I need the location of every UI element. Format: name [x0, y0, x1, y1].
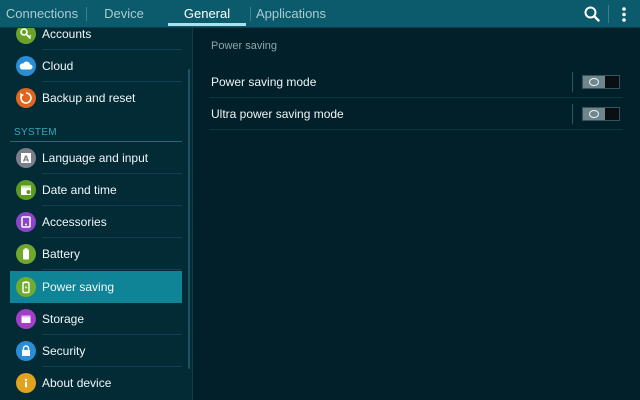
sidebar-item-date-and-time[interactable]: Date and time — [10, 174, 182, 206]
settings-category-list: Accounts Cloud Backup and reset SYSTEM A… — [0, 28, 192, 400]
info-icon — [16, 373, 36, 393]
sidebar-item-label: Storage — [42, 312, 85, 326]
tab-applications[interactable]: Applications — [252, 0, 330, 28]
storage-icon — [16, 309, 36, 329]
sidebar-item-label: Battery — [42, 247, 81, 261]
toggle-knob — [583, 108, 605, 120]
language-icon: A — [16, 148, 36, 168]
battery-icon — [16, 244, 36, 264]
list-scrollbar[interactable] — [188, 69, 190, 369]
power-saving-icon — [16, 277, 36, 297]
list-divider — [42, 269, 182, 270]
toggle-knob — [583, 76, 605, 88]
backup-icon — [16, 88, 36, 108]
panel-divider — [192, 28, 193, 400]
key-icon — [16, 28, 36, 44]
sidebar-item-accounts[interactable]: Accounts — [10, 28, 182, 50]
tab-device[interactable]: Device — [94, 0, 154, 28]
sidebar-item-label: Cloud — [42, 59, 74, 73]
tab-connections[interactable]: Connections — [2, 0, 82, 28]
more-vert-icon[interactable] — [614, 2, 634, 26]
sidebar-item-backup-and-reset[interactable]: Backup and reset — [10, 82, 182, 114]
action-separator — [608, 5, 609, 23]
setting-row-ultra-power-saving-mode[interactable]: Ultra power saving mode — [209, 98, 623, 130]
sidebar-item-label: Power saving — [42, 280, 115, 294]
sidebar-item-accessories[interactable]: Accessories — [10, 206, 182, 238]
setting-row-power-saving-mode[interactable]: Power saving mode — [209, 66, 623, 98]
sidebar-item-label: Accounts — [42, 28, 92, 41]
ultra-power-saving-mode-toggle[interactable] — [582, 107, 620, 121]
sidebar-item-cloud[interactable]: Cloud — [10, 50, 182, 82]
row-divider — [572, 104, 573, 124]
calendar-icon — [16, 180, 36, 200]
sidebar-item-language-and-input[interactable]: A Language and input — [10, 142, 182, 174]
tab-separator — [250, 7, 251, 21]
sidebar-item-about-device[interactable]: About device — [10, 367, 182, 399]
setting-label: Ultra power saving mode — [211, 107, 344, 121]
section-header-system: SYSTEM — [14, 127, 57, 138]
cloud-icon — [16, 56, 36, 76]
sidebar-item-power-saving[interactable]: Power saving — [10, 271, 182, 303]
section-title: Power saving — [211, 40, 278, 52]
sidebar-item-label: Security — [42, 344, 86, 358]
sidebar-item-security[interactable]: Security — [10, 335, 182, 367]
setting-label: Power saving mode — [211, 75, 317, 89]
row-divider — [572, 72, 573, 92]
sidebar-item-storage[interactable]: Storage — [10, 303, 182, 335]
accessories-icon — [16, 212, 36, 232]
active-tab-indicator — [168, 23, 246, 26]
sidebar-item-label: Backup and reset — [42, 91, 136, 105]
tab-separator — [86, 7, 87, 21]
sidebar-item-label: Date and time — [42, 183, 117, 197]
tab-bar: Connections Device General Applications — [0, 0, 640, 28]
sidebar-item-battery[interactable]: Battery — [10, 238, 182, 270]
sidebar-item-label: Accessories — [42, 215, 107, 229]
sidebar-item-label: Language and input — [42, 151, 149, 165]
svg-text:A: A — [23, 155, 30, 164]
power-saving-mode-toggle[interactable] — [582, 75, 620, 89]
sidebar-item-label: About device — [42, 376, 112, 390]
lock-icon — [16, 341, 36, 361]
search-icon[interactable] — [580, 2, 604, 26]
